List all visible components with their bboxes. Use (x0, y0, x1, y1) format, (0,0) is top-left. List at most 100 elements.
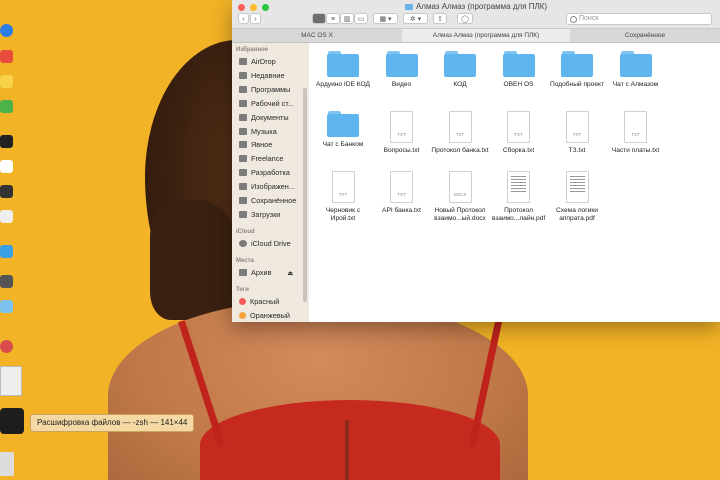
sidebar-tag-orange[interactable]: Оранжевый (239, 310, 290, 322)
sidebar-item[interactable]: AirDrop (239, 56, 276, 68)
sidebar-tag-red[interactable]: Красный (239, 296, 279, 308)
file-item[interactable]: TXT Части платы.txt (607, 111, 665, 155)
file-name: Ардуино IDE КОД (316, 81, 370, 88)
file-type-label: TXT (338, 192, 348, 197)
file-item[interactable]: TXT Сборка.txt (490, 111, 548, 155)
folder-icon (239, 141, 247, 149)
dock-app-icon[interactable] (0, 24, 13, 37)
group-button[interactable]: ▦ ▾ (373, 13, 398, 24)
dock-app-icon[interactable] (0, 50, 13, 63)
terminal-icon[interactable] (0, 408, 24, 434)
sidebar-item[interactable]: Загрузки (239, 209, 280, 221)
text-document-icon: TXT (390, 111, 413, 143)
dock-app-icon[interactable] (0, 300, 13, 313)
text-document-icon: TXT (448, 111, 472, 143)
file-item[interactable]: TXT ТЗ.txt (548, 111, 606, 155)
sidebar-item[interactable]: Документы (239, 112, 289, 124)
eject-icon[interactable]: ⏏ (287, 271, 293, 277)
dock-app-icon[interactable] (0, 275, 13, 288)
tag-icon[interactable]: ◯ (457, 13, 473, 24)
sidebar-item[interactable]: Недавние (239, 70, 285, 82)
sidebar-item-archive[interactable]: Архив ⏏ (239, 267, 293, 279)
sidebar-item-label: Документы (251, 112, 289, 122)
file-item[interactable]: КОД (431, 51, 489, 89)
sidebar-item[interactable]: Сохранённое (239, 195, 296, 207)
file-item[interactable]: Чат с Банком (314, 111, 372, 149)
dock-app-icon[interactable] (0, 340, 13, 353)
tab-macos[interactable]: MAC OS X (232, 29, 402, 42)
apps-icon (239, 85, 247, 93)
sidebar-item[interactable]: Явное (239, 139, 272, 151)
file-item[interactable]: ОВЕН OS (490, 51, 548, 89)
file-item[interactable]: Схема логики аппрата.pdf (548, 171, 606, 223)
sidebar-item[interactable]: Freelance (239, 153, 283, 165)
file-item[interactable]: Ардуино IDE КОД (314, 51, 372, 89)
file-name: Протокол взаимо...лайн.pdf (491, 207, 546, 222)
file-type-label: TXT (631, 132, 640, 137)
file-item[interactable]: TXT Протокол банка.txt (431, 111, 489, 155)
tab-saved[interactable]: Сохранённое (570, 29, 720, 42)
dock-app-icon[interactable] (0, 160, 13, 173)
tab-bar: MAC OS X Алмаз Алмаз (программа для ПЛК)… (232, 29, 720, 43)
sidebar-item[interactable]: Изображен... (239, 181, 295, 193)
icon-view-button[interactable] (312, 13, 326, 24)
sidebar-section-favorites: Избранное (236, 47, 269, 53)
file-name: Вопросы.txt (383, 147, 420, 154)
forward-button[interactable]: › (250, 13, 261, 24)
file-item[interactable]: TXT Черновик с Ирой.txt (314, 171, 372, 223)
file-name: API банка.txt (382, 207, 421, 214)
dock-app-icon[interactable] (0, 185, 13, 198)
folder-icon (327, 51, 359, 77)
file-name: Чат с Алмазом (612, 81, 659, 88)
sidebar-item-label: AirDrop (251, 57, 276, 66)
file-item[interactable]: TXT API банка.txt (373, 171, 431, 215)
dock-document-thumbnail[interactable] (0, 366, 22, 396)
sidebar-item-label: Загрузки (251, 209, 281, 219)
sidebar-item[interactable]: Программы (239, 84, 290, 96)
file-item[interactable]: TXT Вопросы.txt (373, 111, 431, 155)
terminal-tooltip: Расшифровка файлов — -zsh — 141×44 (30, 414, 195, 432)
gear-icon[interactable]: ✲ ▾ (403, 13, 428, 24)
file-item[interactable]: Подобный проект (548, 51, 606, 89)
tab-current-folder[interactable]: Алмаз Алмаз (программа для ПЛК) (402, 29, 570, 42)
file-name: ОВЕН OS (503, 81, 534, 88)
download-icon (239, 210, 247, 218)
dock-app-icon[interactable] (0, 75, 13, 88)
sidebar-item[interactable]: Музыка (239, 126, 277, 138)
text-document-icon: DOCX (448, 171, 472, 203)
folder-icon (239, 197, 247, 204)
file-name: Схема логики аппрата.pdf (556, 207, 598, 222)
file-item[interactable]: Протокол взаимо...лайн.pdf (490, 171, 548, 223)
music-icon (239, 127, 247, 135)
sidebar-item[interactable]: Разработка (239, 167, 290, 179)
file-item[interactable]: DOCX Новый Протокол взаимо...ый.docx (431, 171, 489, 223)
sidebar-item-label: Оранжевый (250, 311, 290, 320)
folder-icon (619, 51, 652, 77)
dock-app-icon[interactable] (0, 210, 13, 223)
trash-icon[interactable] (0, 452, 14, 476)
dock-app-icon[interactable] (0, 100, 13, 113)
window-title: Алмаз Алмаз (программа для ПЛК) (415, 2, 548, 11)
tag-orange-dot-icon (239, 312, 246, 319)
disk-icon (239, 269, 247, 276)
sidebar-item-icloud-drive[interactable]: iCloud Drive (239, 238, 291, 250)
list-view-button[interactable]: ≡ (326, 13, 340, 24)
folder-icon (561, 51, 593, 77)
back-button[interactable]: ‹ (238, 13, 249, 24)
title-bar: Алмаз Алмаз (программа для ПЛК) ‹ › ≡ ▥ … (232, 0, 720, 29)
file-type-label: TXT (455, 132, 465, 137)
desktop-icon (239, 99, 247, 107)
sidebar-scrollbar[interactable] (303, 88, 307, 302)
sidebar-section-icloud: iCloud (236, 229, 255, 235)
file-item[interactable]: Видео (373, 51, 431, 89)
dock-app-icon[interactable] (0, 135, 13, 148)
gallery-view-button[interactable]: ▭ (354, 13, 368, 24)
text-document-icon: TXT (565, 111, 589, 143)
search-input[interactable]: Поиск (566, 13, 712, 25)
cloud-icon (239, 240, 247, 247)
share-icon[interactable]: ⇧ (433, 13, 447, 24)
file-item[interactable]: Чат с Алмазом (607, 51, 665, 89)
sidebar-item[interactable]: Рабочий ст... (239, 98, 294, 110)
dock-app-icon[interactable] (0, 245, 13, 258)
column-view-button[interactable]: ▥ (340, 13, 354, 24)
